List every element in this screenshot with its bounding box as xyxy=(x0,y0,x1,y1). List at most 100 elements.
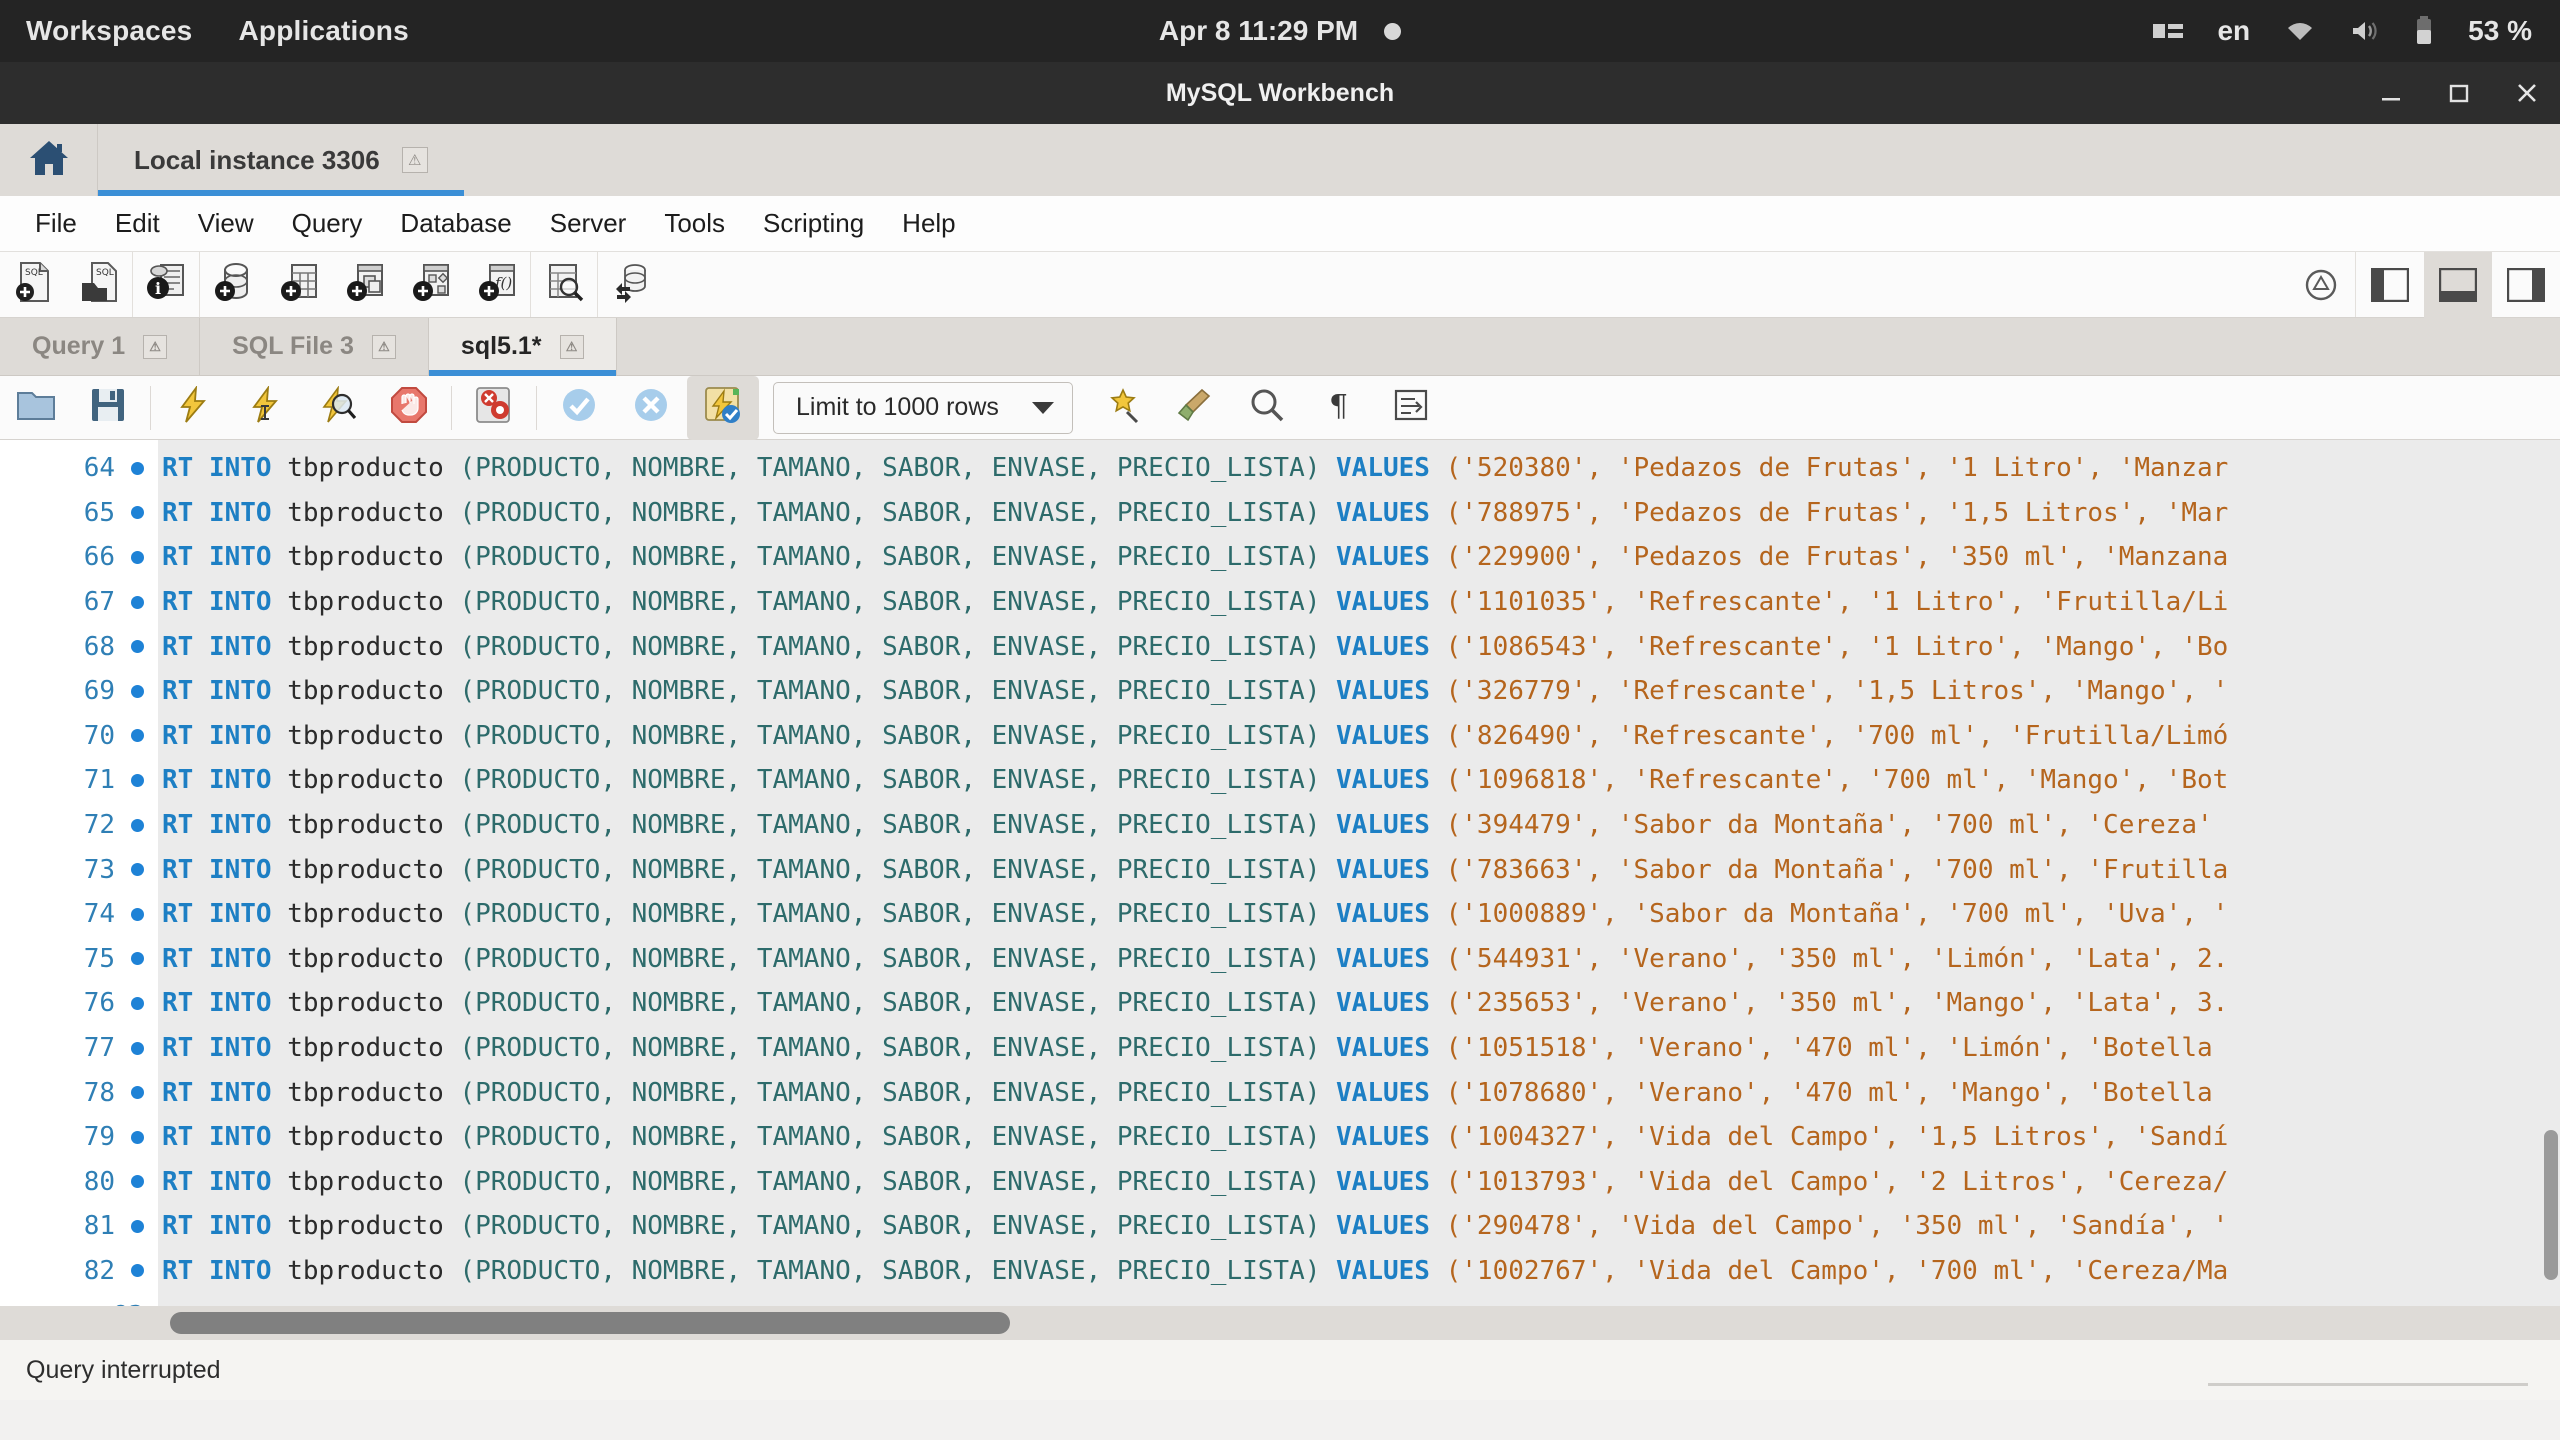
statement-marker-icon[interactable] xyxy=(131,773,144,787)
minimize-button[interactable] xyxy=(2376,78,2406,108)
sql-tab-close-icon[interactable]: ⚠ xyxy=(371,334,396,359)
code-lines[interactable]: RT INTO tbproducto (PRODUCTO, NOMBRE, TA… xyxy=(158,440,2560,1306)
statement-marker-icon[interactable] xyxy=(131,461,144,475)
toggle-output-button[interactable] xyxy=(2424,251,2492,318)
menu-help[interactable]: Help xyxy=(883,202,974,245)
sql-tab-sql5-1[interactable]: sql5.1* ⚠ xyxy=(428,318,617,376)
create-table-button[interactable] xyxy=(266,252,332,318)
horizontal-scrollbar-track[interactable] xyxy=(8,1312,2552,1334)
stop-query-button[interactable] xyxy=(373,376,445,440)
statement-marker-icon[interactable] xyxy=(131,506,144,520)
row-limit-select[interactable]: Limit to 1000 rows xyxy=(773,381,1073,434)
toggle-autocommit-button[interactable] xyxy=(687,375,759,440)
menu-scripting[interactable]: Scripting xyxy=(744,202,883,245)
create-function-button[interactable]: f() xyxy=(464,252,530,318)
code-line[interactable]: RT INTO tbproducto (PRODUCTO, NOMBRE, TA… xyxy=(158,1115,2560,1160)
applications-menu[interactable]: Applications xyxy=(238,15,408,47)
code-line[interactable]: RT INTO tbproducto (PRODUCTO, NOMBRE, TA… xyxy=(158,892,2560,937)
home-tab-button[interactable] xyxy=(0,124,98,196)
sql-code-editor[interactable]: 64 65 66 67 68 69 70 71 72 73 74 75 76 77 78 79 80 81 82 83… xyxy=(0,440,2560,1306)
sql-tab-sql-file-3[interactable]: SQL File 3 ⚠ xyxy=(200,318,429,375)
menu-query[interactable]: Query xyxy=(273,202,382,245)
workspaces-menu[interactable]: Workspaces xyxy=(26,15,192,47)
new-sql-tab-button[interactable]: SQL xyxy=(0,252,66,318)
code-line[interactable]: RT INTO tbproducto (PRODUCTO, NOMBRE, TA… xyxy=(158,1026,2560,1071)
code-line[interactable]: RT INTO tbproducto (PRODUCTO, NOMBRE, TA… xyxy=(158,847,2560,892)
sql-tab-query-1[interactable]: Query 1 ⚠ xyxy=(0,318,201,375)
toggle-autocompletion-button[interactable] xyxy=(1159,376,1231,440)
wifi-icon[interactable] xyxy=(2284,19,2316,43)
beautify-query-button[interactable] xyxy=(1087,376,1159,440)
code-line[interactable]: RT INTO tbproducto (PRODUCTO, NOMBRE, TA… xyxy=(158,1204,2560,1249)
toggle-wrapping-button[interactable] xyxy=(1375,376,1447,440)
execute-statement-button[interactable] xyxy=(157,376,229,440)
execute-current-statement-button[interactable] xyxy=(229,376,301,440)
menu-server[interactable]: Server xyxy=(531,202,646,245)
toggle-sidebar-button[interactable] xyxy=(2356,252,2424,318)
close-button[interactable] xyxy=(2512,78,2542,108)
statement-marker-icon[interactable] xyxy=(131,595,144,609)
code-line[interactable]: RT INTO tbproducto (PRODUCTO, NOMBRE, TA… xyxy=(158,446,2560,491)
statement-marker-icon[interactable] xyxy=(131,1219,144,1233)
os-clock[interactable]: Apr 8 11:29 PM xyxy=(1159,15,1358,47)
schema-inspector-button[interactable]: i xyxy=(133,252,199,318)
menu-database[interactable]: Database xyxy=(381,202,530,245)
connection-tab-local-instance-3306[interactable]: Local instance 3306 ⚠ xyxy=(98,124,464,196)
help-button[interactable] xyxy=(2287,252,2355,318)
statement-marker-icon[interactable] xyxy=(131,818,144,832)
code-line[interactable]: RT INTO tbproducto (PRODUCTO, NOMBRE, TA… xyxy=(158,1249,2560,1294)
code-line[interactable]: RT INTO tbproducto (PRODUCTO, NOMBRE, TA… xyxy=(158,535,2560,580)
statement-marker-icon[interactable] xyxy=(131,1086,144,1100)
code-line[interactable]: RT INTO tbproducto (PRODUCTO, NOMBRE, TA… xyxy=(158,580,2560,625)
sql-tab-close-icon[interactable]: ⚠ xyxy=(143,334,168,359)
statement-marker-icon[interactable] xyxy=(131,1264,144,1278)
open-script-button[interactable] xyxy=(0,376,72,440)
statement-marker-icon[interactable] xyxy=(131,1175,144,1189)
statement-marker-icon[interactable] xyxy=(131,952,144,966)
find-button[interactable] xyxy=(1231,376,1303,440)
vertical-scrollbar-thumb[interactable] xyxy=(2544,1130,2558,1280)
search-data-button[interactable] xyxy=(531,252,597,318)
volume-icon[interactable] xyxy=(2350,19,2380,43)
code-line[interactable]: RT INTO tbproducto (PRODUCTO, NOMBRE, TA… xyxy=(158,981,2560,1026)
statement-marker-icon[interactable] xyxy=(131,550,144,564)
commit-button[interactable] xyxy=(543,376,615,440)
language-indicator[interactable]: en xyxy=(2217,15,2250,47)
create-procedure-button[interactable] xyxy=(398,252,464,318)
code-line[interactable]: RT INTO tbproducto (PRODUCTO, NOMBRE, TA… xyxy=(158,491,2560,536)
statement-marker-icon[interactable] xyxy=(131,863,144,877)
save-script-button[interactable] xyxy=(72,376,144,440)
statement-marker-icon[interactable] xyxy=(131,1130,144,1144)
vertical-scrollbar[interactable] xyxy=(2542,440,2560,1306)
create-view-button[interactable] xyxy=(332,252,398,318)
statement-marker-icon[interactable] xyxy=(131,729,144,743)
code-line[interactable]: RT INTO tbproducto (PRODUCTO, NOMBRE, TA… xyxy=(158,714,2560,759)
statement-marker-icon[interactable] xyxy=(131,684,144,698)
toggle-invisible-chars-button[interactable]: ¶ xyxy=(1303,376,1375,440)
stop-on-error-toggle-button[interactable] xyxy=(458,376,530,440)
code-line[interactable]: RT INTO tbproducto (PRODUCTO, NOMBRE, TA… xyxy=(158,624,2560,669)
menu-file[interactable]: File xyxy=(16,202,96,245)
statement-marker-icon[interactable] xyxy=(131,907,144,921)
open-sql-script-button[interactable]: SQL xyxy=(66,252,132,318)
menu-view[interactable]: View xyxy=(179,202,273,245)
horizontal-scrollbar[interactable] xyxy=(0,1306,2560,1340)
code-line[interactable]: RT INTO tbproducto (PRODUCTO, NOMBRE, TA… xyxy=(158,758,2560,803)
connection-tab-close-icon[interactable]: ⚠ xyxy=(401,147,428,173)
code-line[interactable]: RT INTO tbproducto (PRODUCTO, NOMBRE, TA… xyxy=(158,1160,2560,1205)
menu-tools[interactable]: Tools xyxy=(645,202,744,245)
horizontal-scrollbar-thumb[interactable] xyxy=(170,1312,1010,1334)
code-line[interactable]: RT INTO tbproducto (PRODUCTO, NOMBRE, TA… xyxy=(158,803,2560,848)
keyboard-layout-icon[interactable] xyxy=(2153,20,2184,42)
explain-statement-button[interactable] xyxy=(301,376,373,440)
menu-edit[interactable]: Edit xyxy=(96,202,179,245)
code-line[interactable]: RT INTO tbproducto (PRODUCTO, NOMBRE, TA… xyxy=(158,669,2560,714)
sql-tab-close-icon[interactable]: ⚠ xyxy=(559,334,584,359)
code-line[interactable]: RT INTO tbproducto (PRODUCTO, NOMBRE, TA… xyxy=(158,937,2560,982)
statement-marker-icon[interactable] xyxy=(131,1041,144,1055)
maximize-button[interactable] xyxy=(2444,78,2474,108)
code-line[interactable]: RT INTO tbproducto (PRODUCTO, NOMBRE, TA… xyxy=(158,1070,2560,1115)
battery-icon[interactable] xyxy=(2414,16,2434,46)
statement-marker-icon[interactable] xyxy=(131,996,144,1010)
statement-marker-icon[interactable] xyxy=(131,640,144,654)
